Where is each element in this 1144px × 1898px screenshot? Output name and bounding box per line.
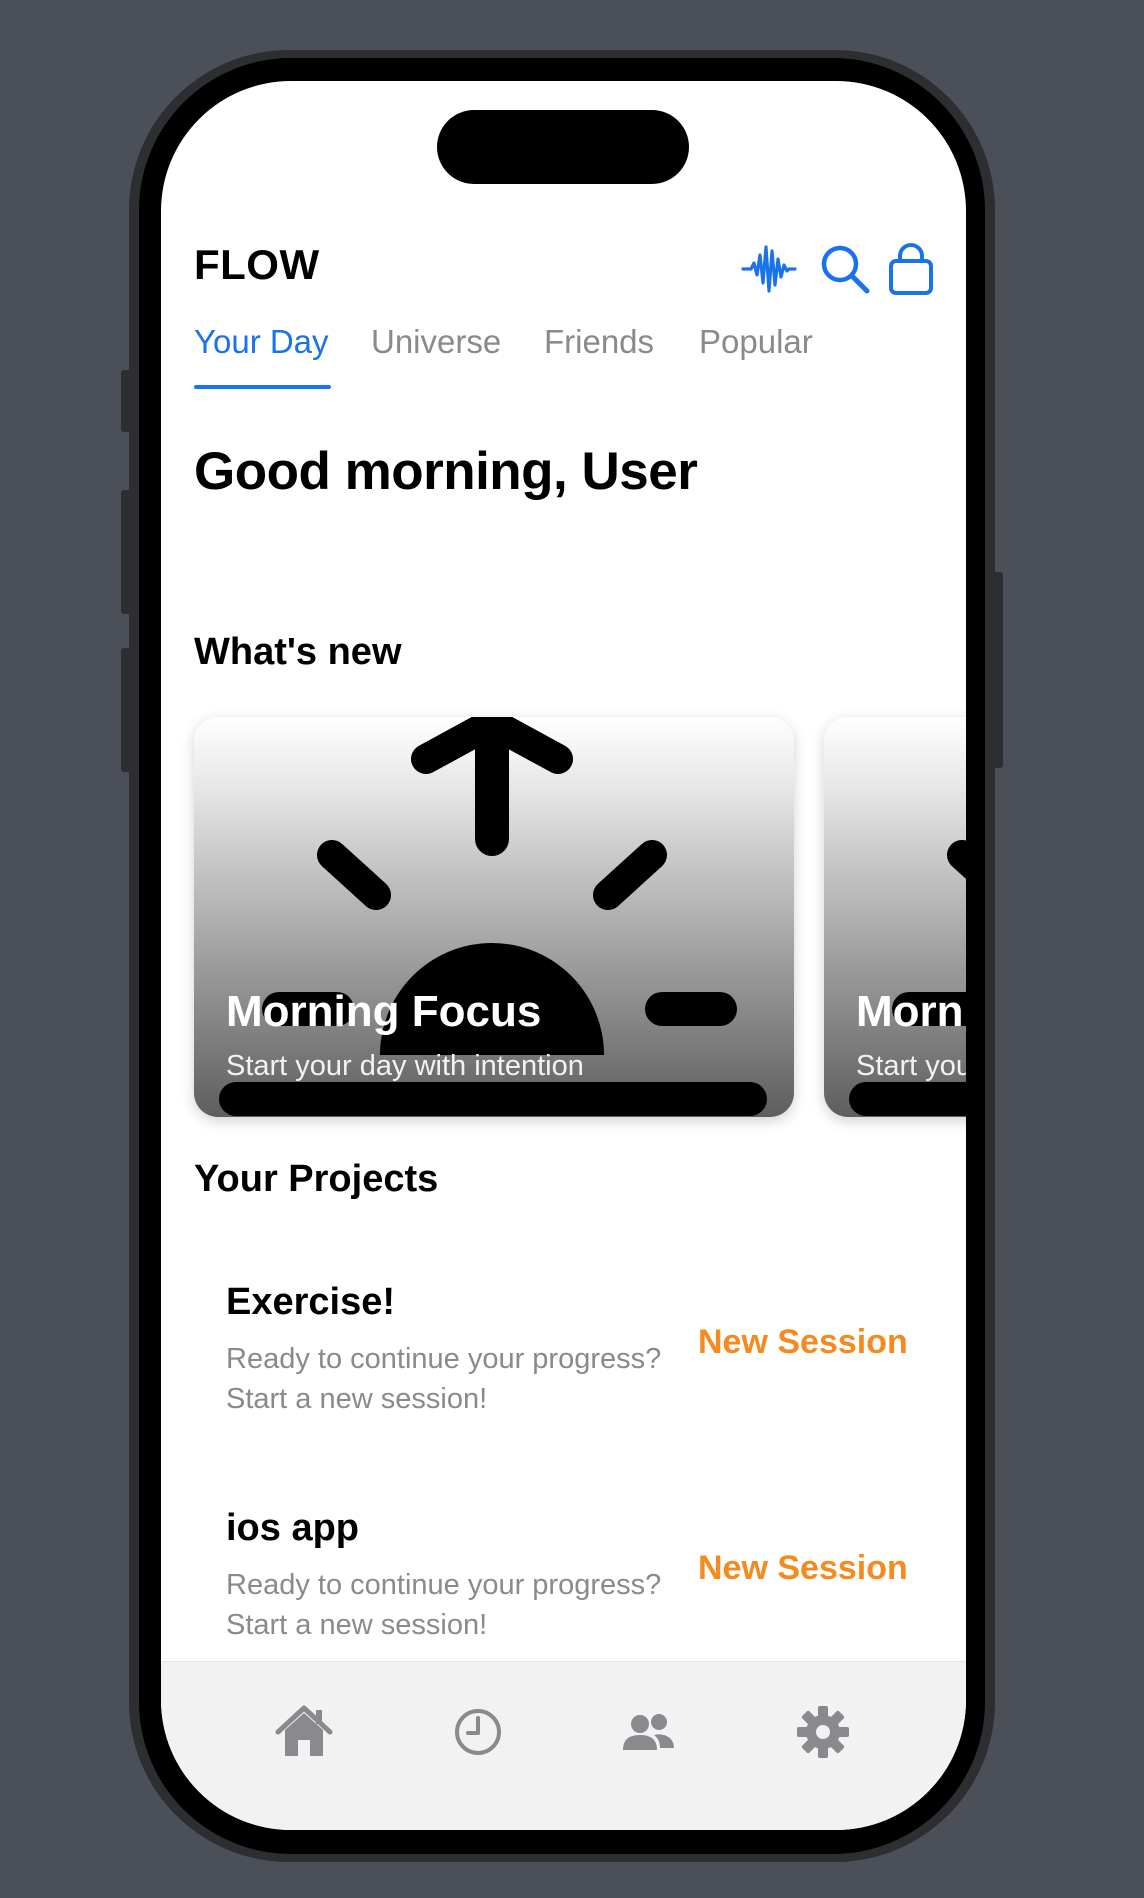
greeting-heading: Good morning, User [194, 442, 698, 501]
home-icon[interactable] [274, 1702, 334, 1762]
tab-your-day[interactable]: Your Day [194, 323, 329, 361]
your-projects-heading: Your Projects [194, 1158, 439, 1200]
project-item: ios app Ready to continue your progress?… [226, 1507, 926, 1667]
card-subtitle: Start your day with intention [856, 1050, 966, 1082]
tab-friends[interactable]: Friends [544, 323, 654, 361]
tab-universe[interactable]: Universe [371, 323, 501, 361]
shopping-bag-icon[interactable] [883, 241, 939, 297]
project-description: Ready to continue your progress? Start a… [226, 1569, 662, 1641]
dynamic-island [437, 110, 689, 184]
new-session-button[interactable]: New Session [698, 1323, 908, 1362]
whats-new-card[interactable]: Morning Focus Start your day with intent… [194, 717, 794, 1117]
action-button [121, 370, 131, 432]
whats-new-card[interactable]: Morning Focus Start your day with intent… [824, 717, 966, 1117]
bottom-tab-bar [161, 1661, 966, 1830]
project-name: ios app [226, 1507, 360, 1549]
card-subtitle: Start your day with intention [226, 1050, 584, 1082]
clock-icon[interactable] [448, 1702, 508, 1762]
app-title: FLOW [194, 241, 320, 288]
card-title: Morning Focus [226, 987, 542, 1036]
card-title: Morning Focus [856, 987, 966, 1036]
project-description: Ready to continue your progress? Start a… [226, 1343, 662, 1415]
whats-new-heading: What's new [194, 631, 402, 673]
gear-icon[interactable] [793, 1702, 853, 1762]
tab-popular[interactable]: Popular [699, 323, 813, 361]
search-icon[interactable] [817, 241, 873, 297]
app-screen: FLOW Your Day Universe Friends Popular G… [161, 81, 966, 1830]
volume-up-button [121, 490, 131, 614]
power-button [993, 572, 1003, 768]
new-session-button[interactable]: New Session [698, 1549, 908, 1588]
waveform-icon[interactable] [741, 241, 797, 297]
volume-down-button [121, 648, 131, 772]
people-icon[interactable] [618, 1702, 678, 1762]
project-name: Exercise! [226, 1281, 396, 1323]
project-item: Exercise! Ready to continue your progres… [226, 1281, 926, 1441]
active-tab-indicator [194, 385, 331, 389]
